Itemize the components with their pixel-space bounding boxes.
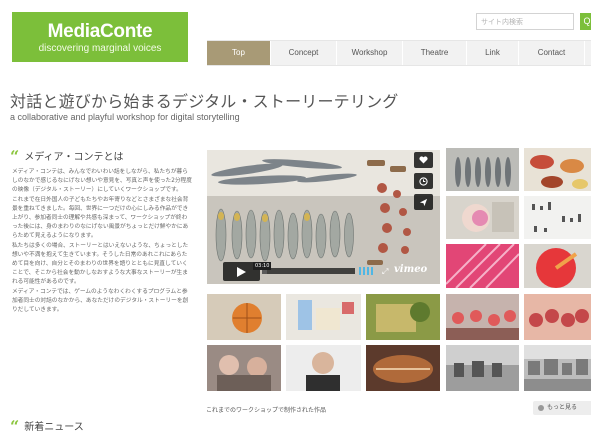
quote-icon: “ [10, 417, 20, 436]
thumbnail-ball[interactable] [207, 294, 281, 340]
more-label: もっと見る [547, 404, 578, 411]
search-input[interactable] [476, 13, 574, 30]
nav-tab-contact[interactable]: Contact [519, 41, 585, 65]
clock-icon[interactable] [414, 173, 433, 189]
news-heading-row: “ 新着ニュース [10, 417, 84, 436]
about-heading-row: “ メディア・コンテとは [10, 147, 124, 166]
main-nav: Top Concept Workshop Theatre Link Contac… [207, 40, 591, 66]
logo[interactable]: MediaConte discovering marginal voices [12, 12, 188, 62]
logo-title: MediaConte [47, 21, 153, 42]
fullscreen-icon[interactable]: ⤢ [382, 267, 391, 276]
heart-icon[interactable] [414, 152, 433, 168]
search-button[interactable]: Q [580, 13, 591, 30]
nav-tab-top[interactable]: Top [207, 41, 271, 65]
video-side-buttons [414, 152, 433, 215]
about-paragraph: これまで在日外国人の子どもたちやお年寄りなどとさまざまな社会背景を重ねてきました… [12, 196, 189, 240]
thumbnail-group[interactable] [524, 294, 591, 340]
progress-bar[interactable] [262, 268, 355, 274]
video-player[interactable]: ⤢ vimeo [207, 150, 440, 284]
thumbnail-notes[interactable] [524, 196, 591, 239]
thumbnail-street[interactable] [446, 345, 519, 391]
video-time: 03:10 [253, 262, 272, 270]
nav-tab-theatre[interactable]: Theatre [403, 41, 467, 65]
circle-icon [538, 405, 544, 411]
thumbnail-classroom[interactable] [446, 294, 519, 340]
logo-subtitle: discovering marginal voices [38, 43, 162, 54]
thumbnail-toy[interactable] [286, 294, 361, 340]
about-text: メディア・コンテは、みんなでわいわい話をしながら、私たちが暮らしのなかで感じるな… [12, 168, 192, 315]
news-heading: 新着ニュース [24, 422, 84, 433]
about-paragraph: メディア・コンテでは、ゲームのようなわくわくするプログラムと参加者同士の対話のな… [12, 288, 189, 314]
thumbnail-town[interactable] [524, 345, 591, 391]
about-paragraph: メディア・コンテは、みんなでわいわい話をしながら、私たちが暮らしのなかで感じるな… [12, 169, 192, 194]
thumbnail-red[interactable] [524, 244, 591, 288]
about-heading: メディア・コンテとは [24, 152, 124, 163]
thumbnail-dried-fish[interactable] [366, 345, 440, 391]
nav-tab-workshop[interactable]: Workshop [337, 41, 403, 65]
nav-tab-concept[interactable]: Concept [271, 41, 337, 65]
thumbnail-plants[interactable] [366, 294, 440, 340]
about-paragraph: 私たちは多くの場合、ストーリーとはいえないような、ちょっとした想いや不満を抱えて… [12, 242, 189, 286]
thumbnail-portrait[interactable] [286, 345, 361, 391]
vimeo-logo[interactable]: vimeo [394, 264, 427, 275]
more-button[interactable]: もっと見る [533, 401, 591, 415]
thumbnail-hands[interactable] [446, 196, 519, 239]
send-icon[interactable] [414, 194, 433, 210]
page-subtitle: a collaborative and playful workshop for… [10, 112, 240, 122]
page-title: 対話と遊びから始まるデジタル・ストーリーテリング [10, 92, 399, 111]
thumbnail-people[interactable] [207, 345, 281, 391]
thumbnail-food[interactable] [524, 148, 591, 191]
thumbnail-fish[interactable] [446, 148, 519, 191]
quote-icon: “ [10, 147, 20, 166]
thumbnail-pink[interactable] [446, 244, 519, 288]
nav-tab-link[interactable]: Link [467, 41, 519, 65]
gallery-caption: これまでのワークショップで制作された作品 [206, 407, 327, 414]
volume-icon[interactable] [359, 267, 379, 275]
